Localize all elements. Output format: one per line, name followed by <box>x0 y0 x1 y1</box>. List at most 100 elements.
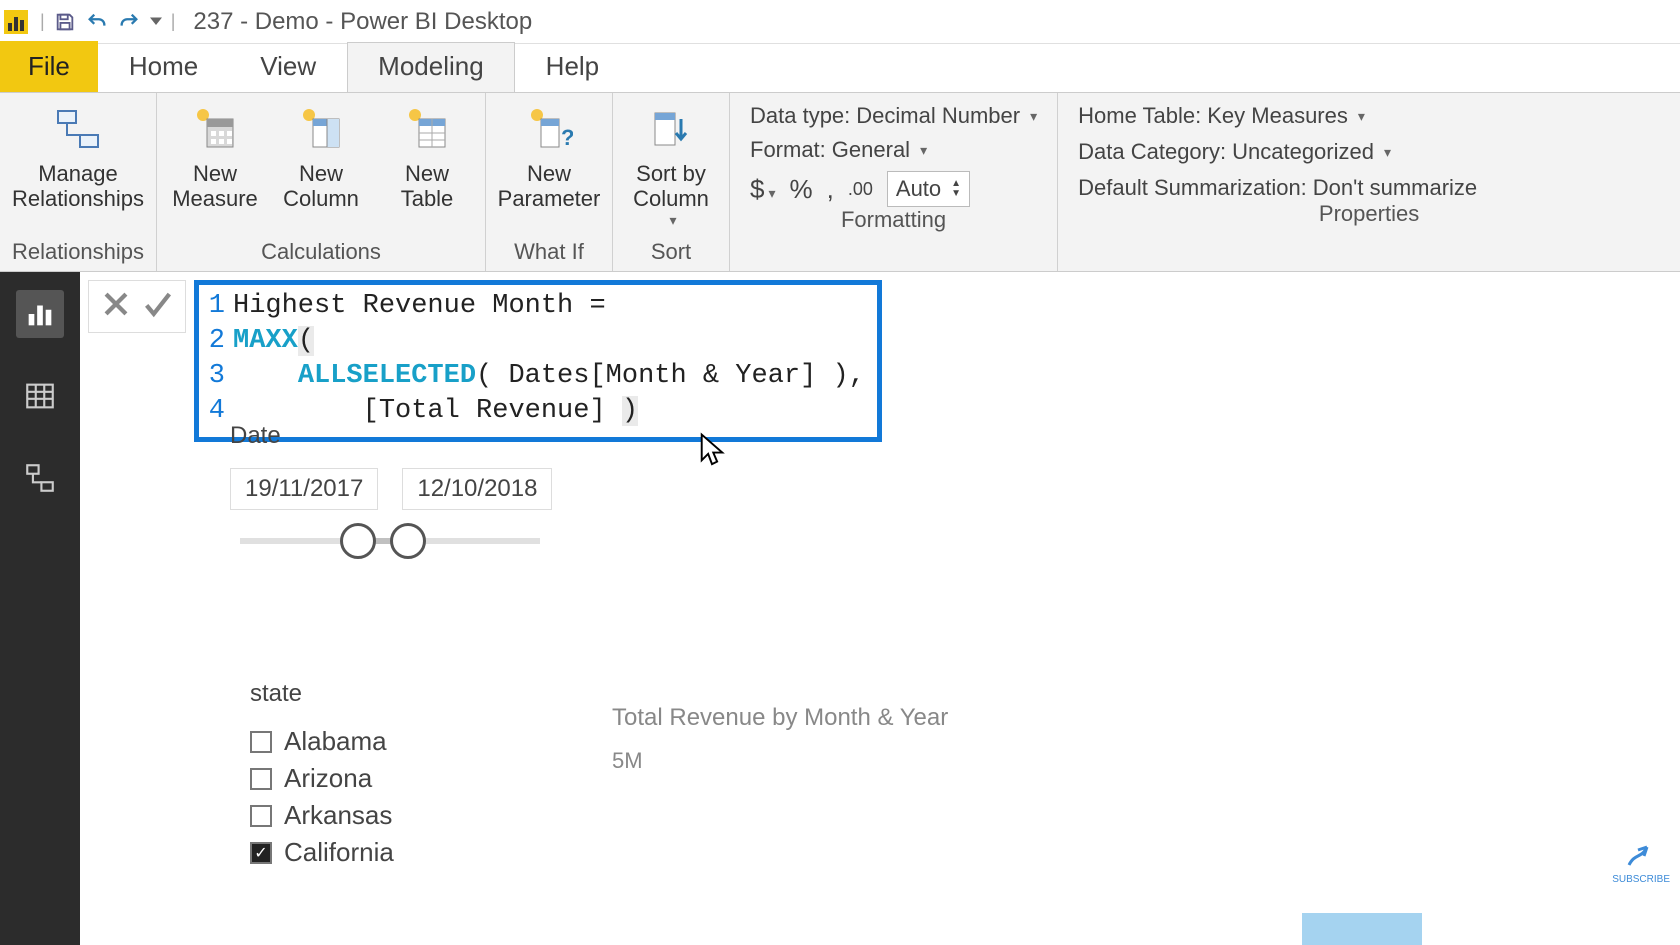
chevron-down-icon: ▾ <box>1358 108 1365 125</box>
slicer-title: state <box>250 680 570 708</box>
tab-view[interactable]: View <box>229 42 347 92</box>
state-slicer[interactable]: state Alabama Arizona Arkansas ✓ California <box>250 680 570 868</box>
line-number: 1 <box>203 289 233 324</box>
slider-handle-from[interactable] <box>340 523 376 559</box>
manage-relationships-button[interactable]: Manage Relationships <box>8 101 148 212</box>
slider-handle-to[interactable] <box>390 523 426 559</box>
date-from-input[interactable]: 19/11/2017 <box>230 468 378 510</box>
new-column-button[interactable]: New Column <box>271 101 371 212</box>
sort-by-column-label: Sort by Column <box>633 161 709 212</box>
date-slicer[interactable]: Date 19/11/2017 12/10/2018 <box>230 422 590 544</box>
tab-help[interactable]: Help <box>515 42 630 92</box>
window-title: 237 - Demo - Power BI Desktop <box>193 8 532 36</box>
formula-cancel-button[interactable] <box>99 287 133 326</box>
decimal-icon[interactable]: .00 <box>848 179 873 200</box>
svg-text:?: ? <box>561 125 573 150</box>
format-value: General <box>832 137 910 163</box>
group-label: What If <box>494 239 604 269</box>
separator: | <box>171 11 176 32</box>
state-label: California <box>284 837 394 868</box>
format-dropdown[interactable]: Format: General ▾ <box>750 137 1037 163</box>
data-type-label: Data type: <box>750 103 850 129</box>
slicer-title: Date <box>230 422 590 450</box>
data-category-dropdown[interactable]: Data Category: Uncategorized ▾ <box>1078 139 1660 165</box>
home-table-dropdown[interactable]: Home Table: Key Measures ▾ <box>1078 103 1660 129</box>
thousands-button[interactable]: , <box>827 174 834 205</box>
report-canvas[interactable]: 1Highest Revenue Month = 2MAXX( 3 ALLSEL… <box>80 272 1680 945</box>
tab-modeling[interactable]: Modeling <box>347 42 515 92</box>
report-view-button[interactable] <box>16 290 64 338</box>
new-parameter-icon: ? <box>521 103 577 155</box>
formula-editor[interactable]: 1Highest Revenue Month = 2MAXX( 3 ALLSEL… <box>194 280 882 442</box>
new-table-label: New Table <box>401 161 454 212</box>
home-table-label: Home Table: <box>1078 103 1201 129</box>
state-item[interactable]: Alabama <box>250 726 570 757</box>
home-table-value: Key Measures <box>1207 103 1348 129</box>
decimal-value: Auto <box>896 176 941 202</box>
currency-button[interactable]: $▾ <box>750 174 776 205</box>
spinner-icon[interactable]: ▲▼ <box>951 179 961 199</box>
new-table-icon <box>399 103 455 155</box>
title-bar: | | 237 - Demo - Power BI Desktop <box>0 0 1680 44</box>
group-label: Sort <box>621 239 721 269</box>
code-line: MAXX( <box>233 324 314 359</box>
new-measure-button[interactable]: New Measure <box>165 101 265 212</box>
group-label: Relationships <box>8 239 148 269</box>
checkbox[interactable] <box>250 805 272 827</box>
date-to-input[interactable]: 12/10/2018 <box>402 468 552 510</box>
code-line: Highest Revenue Month = <box>233 289 606 324</box>
state-label: Alabama <box>284 726 387 757</box>
format-label: Format: <box>750 137 826 163</box>
checkbox[interactable] <box>250 731 272 753</box>
chevron-down-icon: ▾ <box>1030 108 1037 125</box>
summarization-dropdown[interactable]: Default Summarization: Don't summarize <box>1078 175 1660 201</box>
group-whatif: ? New Parameter What If <box>486 93 613 271</box>
separator: | <box>40 11 45 32</box>
tab-home[interactable]: Home <box>98 42 229 92</box>
qat-dropdown[interactable] <box>147 8 165 36</box>
line-number: 3 <box>203 359 233 394</box>
model-view-button[interactable] <box>16 454 64 502</box>
new-measure-icon <box>187 103 243 155</box>
group-label: Formatting <box>738 207 1049 237</box>
new-parameter-button[interactable]: ? New Parameter <box>494 101 604 212</box>
formula-commit-button[interactable] <box>141 287 175 326</box>
data-view-button[interactable] <box>16 372 64 420</box>
date-slider[interactable] <box>240 538 540 544</box>
group-calculations: New Measure New Column New Table Calcula… <box>157 93 486 271</box>
data-category-value: Uncategorized <box>1232 139 1374 165</box>
data-category-label: Data Category: <box>1078 139 1226 165</box>
subscribe-badge: SUBSCRIBE <box>1612 835 1670 885</box>
state-label: Arkansas <box>284 800 392 831</box>
data-type-dropdown[interactable]: Data type: Decimal Number ▾ <box>750 103 1037 129</box>
y-axis-tick: 5M <box>612 748 948 774</box>
redo-button[interactable] <box>115 8 143 36</box>
percent-button[interactable]: % <box>790 174 813 205</box>
ribbon: Manage Relationships Relationships New M… <box>0 92 1680 272</box>
tab-file[interactable]: File <box>0 41 98 92</box>
summarization-label: Default Summarization: <box>1078 175 1307 201</box>
chevron-down-icon: ▾ <box>669 212 676 228</box>
save-button[interactable] <box>51 8 79 36</box>
state-item[interactable]: ✓ California <box>250 837 570 868</box>
summarization-value: Don't summarize <box>1313 175 1477 201</box>
new-table-button[interactable]: New Table <box>377 101 477 212</box>
group-label: Calculations <box>165 239 477 269</box>
manage-relationships-label: Manage Relationships <box>12 161 144 212</box>
state-item[interactable]: Arkansas <box>250 800 570 831</box>
new-measure-label: New Measure <box>172 161 258 212</box>
state-label: Arizona <box>284 763 372 794</box>
app-icon <box>4 10 28 34</box>
group-formatting: Data type: Decimal Number ▾ Format: Gene… <box>730 93 1058 271</box>
checkbox[interactable] <box>250 768 272 790</box>
decimal-places-input[interactable]: Auto ▲▼ <box>887 171 970 207</box>
undo-button[interactable] <box>83 8 111 36</box>
checkbox[interactable]: ✓ <box>250 842 272 864</box>
line-number: 2 <box>203 324 233 359</box>
ribbon-tabs: File Home View Modeling Help <box>0 44 1680 92</box>
state-item[interactable]: Arizona <box>250 763 570 794</box>
sort-by-column-button[interactable]: Sort by Column ▾ <box>621 101 721 228</box>
line-number: 4 <box>203 394 233 429</box>
group-label: Properties <box>1066 201 1672 231</box>
revenue-chart[interactable]: Total Revenue by Month & Year 5M <box>612 704 948 774</box>
